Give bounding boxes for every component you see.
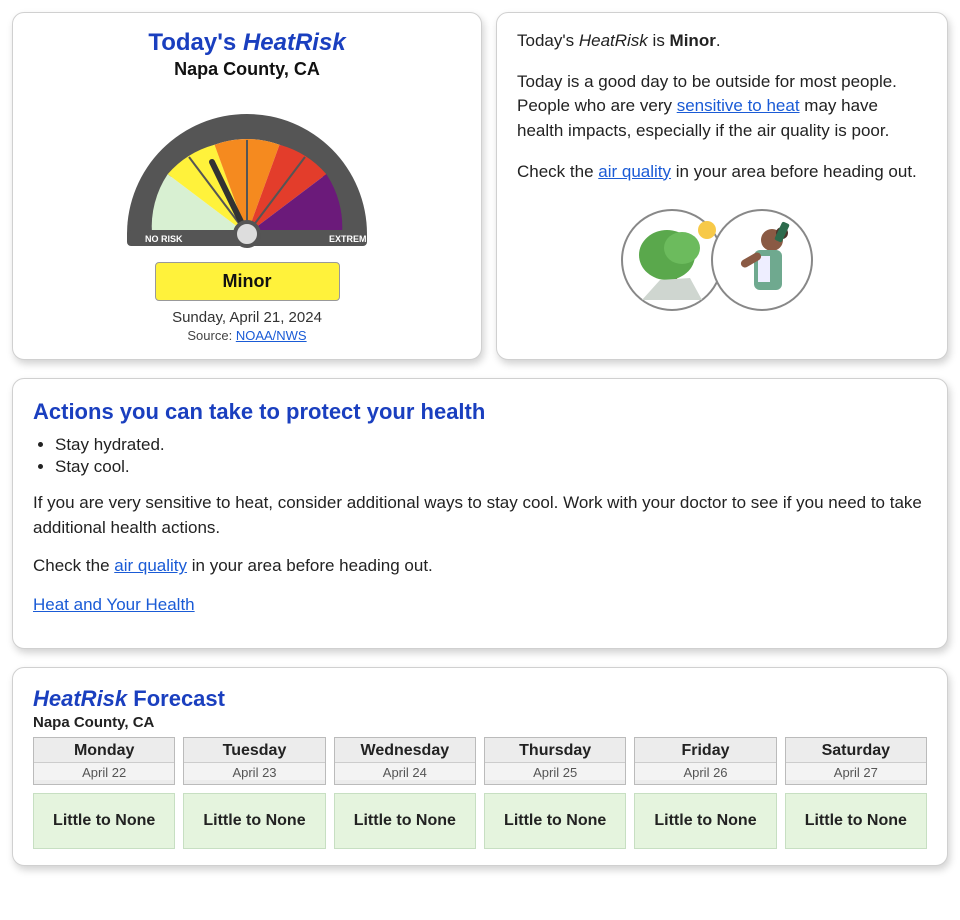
today-heatrisk-card: Today's HeatRisk Napa County, CA NO RISK [12, 12, 482, 360]
action-item: Stay hydrated. [55, 435, 927, 455]
action-item: Stay cool. [55, 457, 927, 477]
air-quality-link[interactable]: air quality [598, 162, 671, 181]
today-date: Sunday, April 21, 2024 [33, 309, 461, 326]
actions-list: Stay hydrated. Stay cool. [55, 435, 927, 477]
forecast-day-header: Thursday April 25 [484, 737, 626, 785]
forecast-risk-cell: Little to None [634, 793, 776, 849]
heatrisk-gauge: NO RISK EXTREME [33, 84, 461, 254]
summary-line-2: Today is a good day to be outside for mo… [517, 70, 927, 144]
source-link[interactable]: NOAA/NWS [236, 328, 307, 343]
summary-card: Today's HeatRisk is Minor. Today is a go… [496, 12, 948, 360]
forecast-risk-cell: Little to None [33, 793, 175, 849]
actions-para-1: If you are very sensitive to heat, consi… [33, 491, 927, 540]
forecast-day-header: Saturday April 27 [785, 737, 927, 785]
sensitive-to-heat-link[interactable]: sensitive to heat [677, 96, 800, 115]
today-title: Today's HeatRisk [33, 29, 461, 57]
forecast-day-header: Wednesday April 24 [334, 737, 476, 785]
title-brand: HeatRisk [243, 29, 346, 56]
forecast-heading: HeatRisk Forecast [33, 686, 927, 712]
summary-line-3: Check the air quality in your area befor… [517, 160, 927, 185]
heat-and-health-link[interactable]: Heat and Your Health [33, 595, 195, 614]
actions-heading: Actions you can take to protect your hea… [33, 399, 927, 425]
summary-illustration [517, 200, 927, 320]
title-prefix: Today's [148, 29, 243, 56]
today-location: Napa County, CA [33, 59, 461, 80]
forecast-grid: Monday April 22 Tuesday April 23 Wednesd… [33, 737, 927, 849]
source-line: Source: NOAA/NWS [33, 328, 461, 343]
forecast-risk-cell: Little to None [183, 793, 325, 849]
gauge-high-label: EXTREME [329, 234, 373, 244]
forecast-location: Napa County, CA [33, 714, 927, 731]
forecast-risk-cell: Little to None [484, 793, 626, 849]
forecast-day-header: Tuesday April 23 [183, 737, 325, 785]
forecast-risk-cell: Little to None [334, 793, 476, 849]
gauge-low-label: NO RISK [145, 234, 183, 244]
air-quality-link-2[interactable]: air quality [114, 556, 187, 575]
forecast-day-header: Monday April 22 [33, 737, 175, 785]
summary-line-1: Today's HeatRisk is Minor. [517, 29, 927, 54]
forecast-card: HeatRisk Forecast Napa County, CA Monday… [12, 667, 948, 866]
actions-card: Actions you can take to protect your hea… [12, 378, 948, 649]
forecast-risk-cell: Little to None [785, 793, 927, 849]
risk-level-badge: Minor [155, 262, 340, 301]
forecast-day-header: Friday April 26 [634, 737, 776, 785]
actions-para-2: Check the air quality in your area befor… [33, 554, 927, 579]
